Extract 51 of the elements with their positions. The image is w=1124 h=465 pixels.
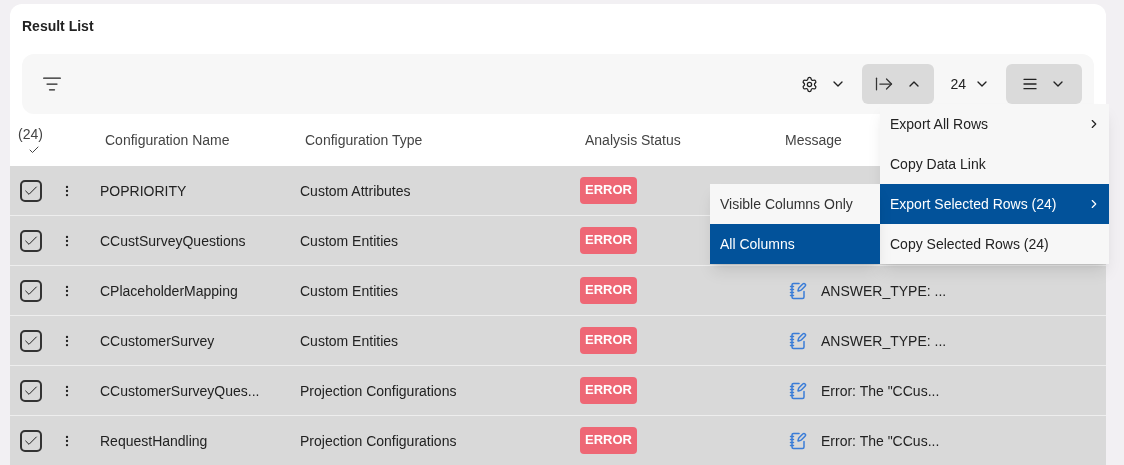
table-cell-text: ANSWER_TYPE: ... <box>821 281 947 301</box>
status-badge: ERROR <box>580 377 637 404</box>
menu-item[interactable]: Copy Selected Rows (24) <box>880 224 1109 264</box>
page-size-dropdown[interactable]: 24 <box>938 64 1002 104</box>
table-cell-text: CCustomerSurvey <box>100 331 216 351</box>
column-header[interactable]: Analysis Status <box>578 130 778 150</box>
table-cell-text: Error: The "CCus... <box>821 431 940 451</box>
table-cell-text: ANSWER_TYPE: ... <box>821 331 947 351</box>
status-badge: ERROR <box>580 177 637 204</box>
table-cell-text: Projection Configurations <box>300 381 458 401</box>
column-header[interactable]: Configuration Type <box>298 130 578 150</box>
checkbox[interactable] <box>20 429 42 452</box>
column-header[interactable]: Configuration Name <box>98 130 298 150</box>
export-button[interactable] <box>862 64 935 104</box>
table-cell-text: CCustomerSurveyQues... <box>100 381 261 401</box>
checkbox[interactable] <box>20 329 42 352</box>
note-icon[interactable] <box>789 431 807 450</box>
checkbox[interactable] <box>20 379 42 402</box>
table-cell-text: Custom Entities <box>300 231 400 251</box>
table-row[interactable]: RequestHandling Projection Configurations ERROR Error: The "CCus... <box>10 416 1106 465</box>
status-badge: ERROR <box>580 277 637 304</box>
status-badge: ERROR <box>580 427 637 454</box>
checkbox[interactable] <box>20 229 42 252</box>
menu-item[interactable]: All Columns <box>710 224 880 264</box>
table-cell-text: CCustSurveyQuestions <box>100 231 247 251</box>
note-icon[interactable] <box>789 281 807 300</box>
status-badge: ERROR <box>580 227 637 254</box>
note-icon[interactable] <box>789 381 807 400</box>
table-row[interactable]: CCustomerSurveyQues... Projection Configurations ERROR Error: The "CCus... <box>10 366 1106 416</box>
table-cell-text: Projection Configurations <box>300 431 458 451</box>
table-row[interactable]: CCustomerSurvey Custom Entities ERROR ANSWER_TYPE: ... <box>10 316 1106 366</box>
view-dropdown[interactable] <box>1006 64 1082 104</box>
table-cell-text: Error: The "CCus... <box>821 381 940 401</box>
lines-icon <box>1022 76 1038 92</box>
table-cell-text: CPlaceholderMapping <box>100 281 239 301</box>
settings-icon <box>801 75 819 93</box>
table-cell-text: RequestHandling <box>100 431 209 451</box>
table-cell-text: Custom Attributes <box>300 181 412 201</box>
table-cell-text: Custom Entities <box>300 331 400 351</box>
checkbox[interactable] <box>20 279 42 302</box>
checkbox[interactable] <box>20 179 42 202</box>
select-all-check-icon[interactable] <box>28 144 40 156</box>
status-badge: ERROR <box>580 327 637 354</box>
selected-count: (24) <box>18 125 43 144</box>
card-title: Result List <box>22 17 95 36</box>
table-row[interactable]: CPlaceholderMapping Custom Entities ERROR ANSWER_TYPE: ... <box>10 266 1106 316</box>
menu-item[interactable]: Export All Rows <box>880 104 1109 144</box>
table-cell-text: Custom Entities <box>300 281 400 301</box>
note-icon[interactable] <box>789 331 807 350</box>
menu-item[interactable]: Export Selected Rows (24) <box>880 184 1109 224</box>
table-cell-text: POPRIORITY <box>100 181 188 201</box>
